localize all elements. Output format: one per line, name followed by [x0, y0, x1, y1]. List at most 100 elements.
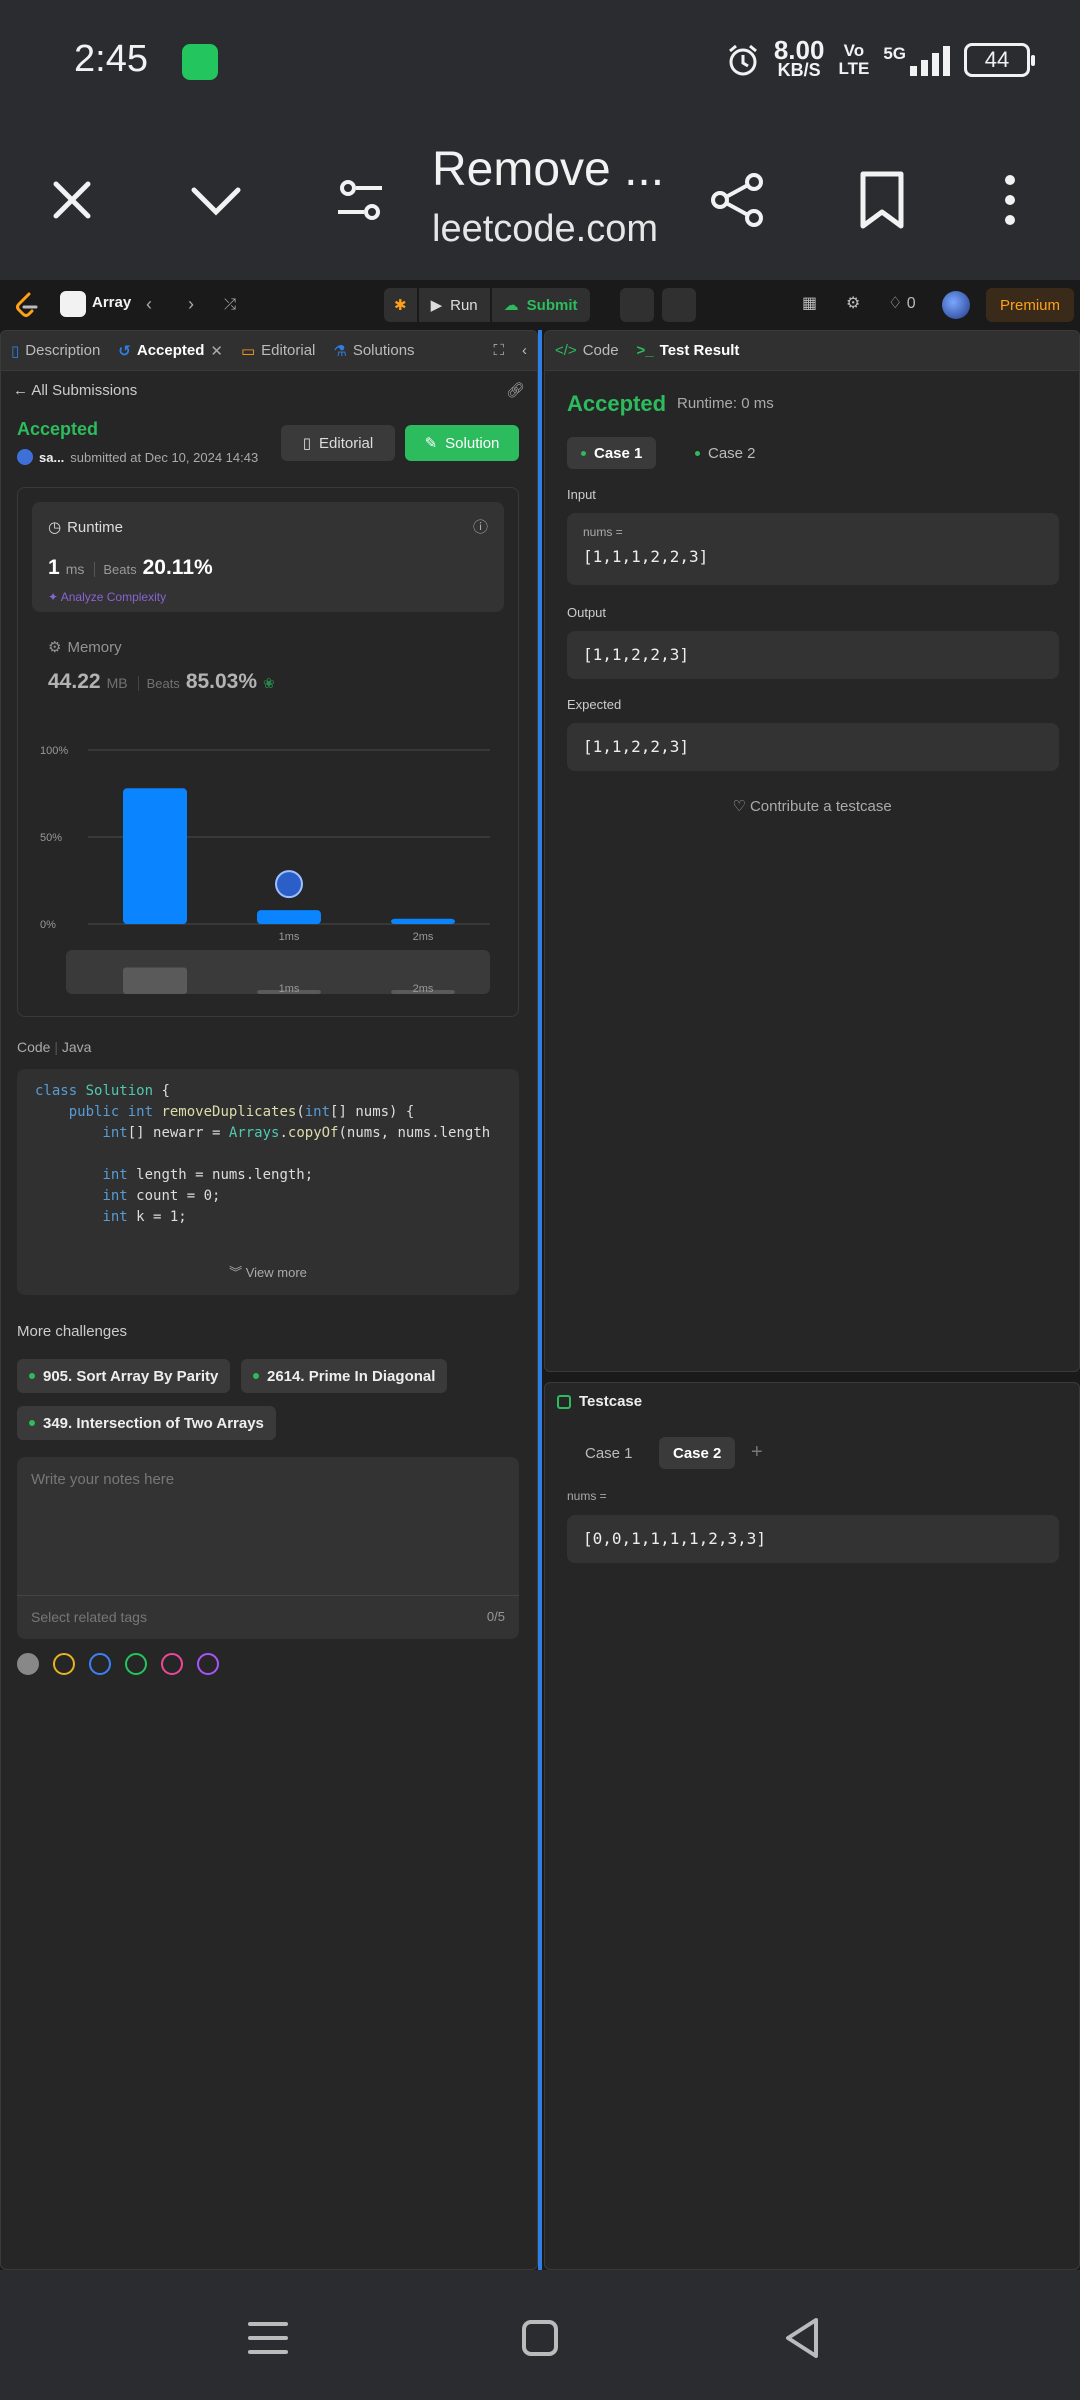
editorial-button[interactable]: ▯ Editorial — [281, 425, 395, 461]
avatar[interactable] — [942, 291, 970, 319]
back-icon[interactable] — [776, 2310, 832, 2366]
collapse-icon[interactable]: ‹ — [522, 342, 527, 359]
notes-button[interactable] — [662, 288, 696, 322]
result-case-1[interactable]: Case 1 — [567, 437, 657, 469]
bookmark-icon[interactable] — [846, 164, 918, 236]
share-icon[interactable] — [702, 164, 774, 236]
y-tick-label: 0% — [40, 919, 56, 931]
result-runtime: Runtime: 0 ms — [677, 395, 774, 412]
runtime-beats: 20.11% — [142, 556, 213, 579]
tab-test-result[interactable]: >_ Test Result — [637, 342, 740, 359]
solution-button[interactable]: ✎ Solution — [405, 425, 519, 461]
home-icon[interactable] — [512, 2310, 568, 2366]
memory-value: 44.22 — [48, 670, 101, 693]
page-settings-icon[interactable] — [324, 164, 396, 236]
input-label: Input — [567, 487, 596, 502]
close-icon[interactable] — [36, 164, 108, 236]
leetcode-logo-icon[interactable] — [12, 291, 40, 319]
contribute-testcase-link[interactable]: ♡ Contribute a testcase — [545, 797, 1079, 815]
user-avatar-icon — [17, 449, 33, 465]
gear-icon[interactable]: ⚙ — [846, 293, 860, 313]
runtime-value: 1 — [48, 556, 60, 579]
submission-status: Accepted — [17, 419, 99, 439]
recent-apps-icon[interactable] — [240, 2310, 296, 2366]
minimap-bar — [123, 967, 187, 994]
status-icons: 8.00 KB/S Vo LTE 5G 44 — [726, 35, 1035, 84]
performance-box: ◷ Runtime ⓘ 1 ms Beats 20.11% ✦ Analyze C… — [17, 487, 519, 1017]
testcase-case-1[interactable]: Case 1 — [571, 1437, 647, 1469]
status-time: 2:45 — [74, 38, 148, 80]
net-speed: 8.00 KB/S — [773, 35, 825, 80]
tags-count: 0/5 — [486, 1609, 505, 1624]
checkbox-icon — [557, 1394, 571, 1409]
challenge-chip[interactable]: 349. Intersection of Two Arrays — [17, 1406, 276, 1440]
result-tabs: </> Code >_ Test Result — [545, 331, 1079, 371]
color-option-yellow[interactable] — [53, 1653, 75, 1675]
run-button[interactable]: ▶ Run — [418, 288, 490, 322]
tab-editorial[interactable]: ▭ Editorial — [241, 342, 315, 360]
tab-testcase[interactable]: Testcase — [557, 1393, 642, 1410]
challenge-chip[interactable]: 2614. Prime In Diagonal — [241, 1359, 448, 1393]
result-case-2[interactable]: Case 2 — [681, 437, 770, 469]
color-option-gray[interactable] — [17, 1653, 39, 1675]
code-preview[interactable]: class Solution { public int removeDuplic… — [17, 1069, 519, 1295]
view-more-button[interactable]: ︾ View more — [17, 1262, 519, 1283]
chevron-down-icon[interactable] — [180, 164, 252, 236]
chart-bar — [257, 910, 321, 924]
problem-list-icon[interactable] — [60, 291, 86, 317]
tab-code[interactable]: </> Code — [555, 342, 619, 359]
x-tick-label: 1ms — [279, 931, 300, 943]
color-option-pink[interactable] — [161, 1653, 183, 1675]
testcase-input[interactable]: [0,0,1,1,1,1,2,3,3] — [567, 1515, 1059, 1563]
tags-select[interactable]: Select related tags — [31, 1609, 147, 1625]
tab-solutions[interactable]: ⚗ Solutions — [333, 342, 414, 360]
notes-input[interactable]: Write your notes here — [31, 1471, 174, 1488]
expand-icon[interactable]: ⛶ — [493, 342, 504, 359]
left-tabs: ▯ Description ↺ Accepted ✕ ▭ Editorial ⚗ Solu… — [1, 331, 537, 371]
premium-button[interactable]: Premium — [986, 288, 1075, 322]
edit-icon: ✎ — [424, 435, 438, 452]
username[interactable]: sa... — [39, 450, 64, 465]
run-submit-group: ✱ ▶ Run ☁ Submit — [384, 288, 590, 322]
next-problem-icon[interactable]: › — [188, 294, 194, 315]
streak-icon[interactable]: ♢ 0 — [888, 293, 916, 313]
layout-icon[interactable]: ▦ — [802, 293, 817, 313]
memory-card[interactable]: ⚙ Memory 44.22 MB Beats 85.03% ❀ — [48, 638, 275, 694]
left-panel: ▯ Description ↺ Accepted ✕ ▭ Editorial ⚗ Solu… — [0, 330, 538, 2270]
color-option-green[interactable] — [125, 1653, 147, 1675]
heart-icon: ♡ — [732, 798, 746, 815]
y-tick-label: 100% — [40, 745, 68, 757]
challenge-chip[interactable]: 905. Sort Array By Parity — [17, 1359, 231, 1393]
info-icon[interactable]: ⓘ — [473, 516, 488, 537]
memory-beats: 85.03% — [185, 670, 258, 693]
close-tab-icon[interactable]: ✕ — [210, 342, 223, 360]
timer-button[interactable] — [620, 288, 654, 322]
tab-accepted[interactable]: ↺ Accepted ✕ — [118, 342, 223, 360]
volte-indicator: Vo LTE — [838, 41, 870, 78]
page-url[interactable]: leetcode.com — [432, 208, 658, 251]
prev-problem-icon[interactable]: ‹ — [146, 294, 152, 315]
panel-resize-handle[interactable] — [538, 330, 542, 2270]
alarm-icon — [728, 44, 757, 76]
tab-description[interactable]: ▯ Description — [11, 342, 100, 360]
link-icon[interactable]: 🔗︎ — [506, 381, 525, 399]
analyze-complexity-link[interactable]: ✦ Analyze Complexity — [48, 590, 166, 604]
note-color-picker — [17, 1653, 219, 1675]
more-vertical-icon[interactable] — [974, 164, 1046, 236]
notes-box[interactable]: Write your notes here Select related tag… — [17, 1457, 519, 1639]
add-testcase-button[interactable]: + — [751, 1441, 763, 1464]
play-icon: ▶ — [430, 297, 443, 314]
problem-list-label[interactable]: Array — [92, 294, 131, 311]
color-option-blue[interactable] — [89, 1653, 111, 1675]
runtime-card[interactable]: ◷ Runtime ⓘ 1 ms Beats 20.11% ✦ Analyze C… — [32, 502, 504, 612]
chip-icon: ⚙ — [48, 639, 62, 656]
shuffle-icon[interactable]: ⤮ — [224, 296, 236, 313]
testcase-var-label: nums = — [567, 1489, 607, 1503]
chart-bar — [123, 788, 187, 924]
all-submissions-link[interactable]: ← All Submissions — [13, 382, 137, 399]
submit-button[interactable]: ☁ Submit — [491, 288, 590, 322]
debug-button[interactable]: ✱ — [384, 288, 417, 322]
code-label: Code | Java — [17, 1039, 92, 1055]
testcase-case-2[interactable]: Case 2 — [659, 1437, 736, 1469]
color-option-purple[interactable] — [197, 1653, 219, 1675]
